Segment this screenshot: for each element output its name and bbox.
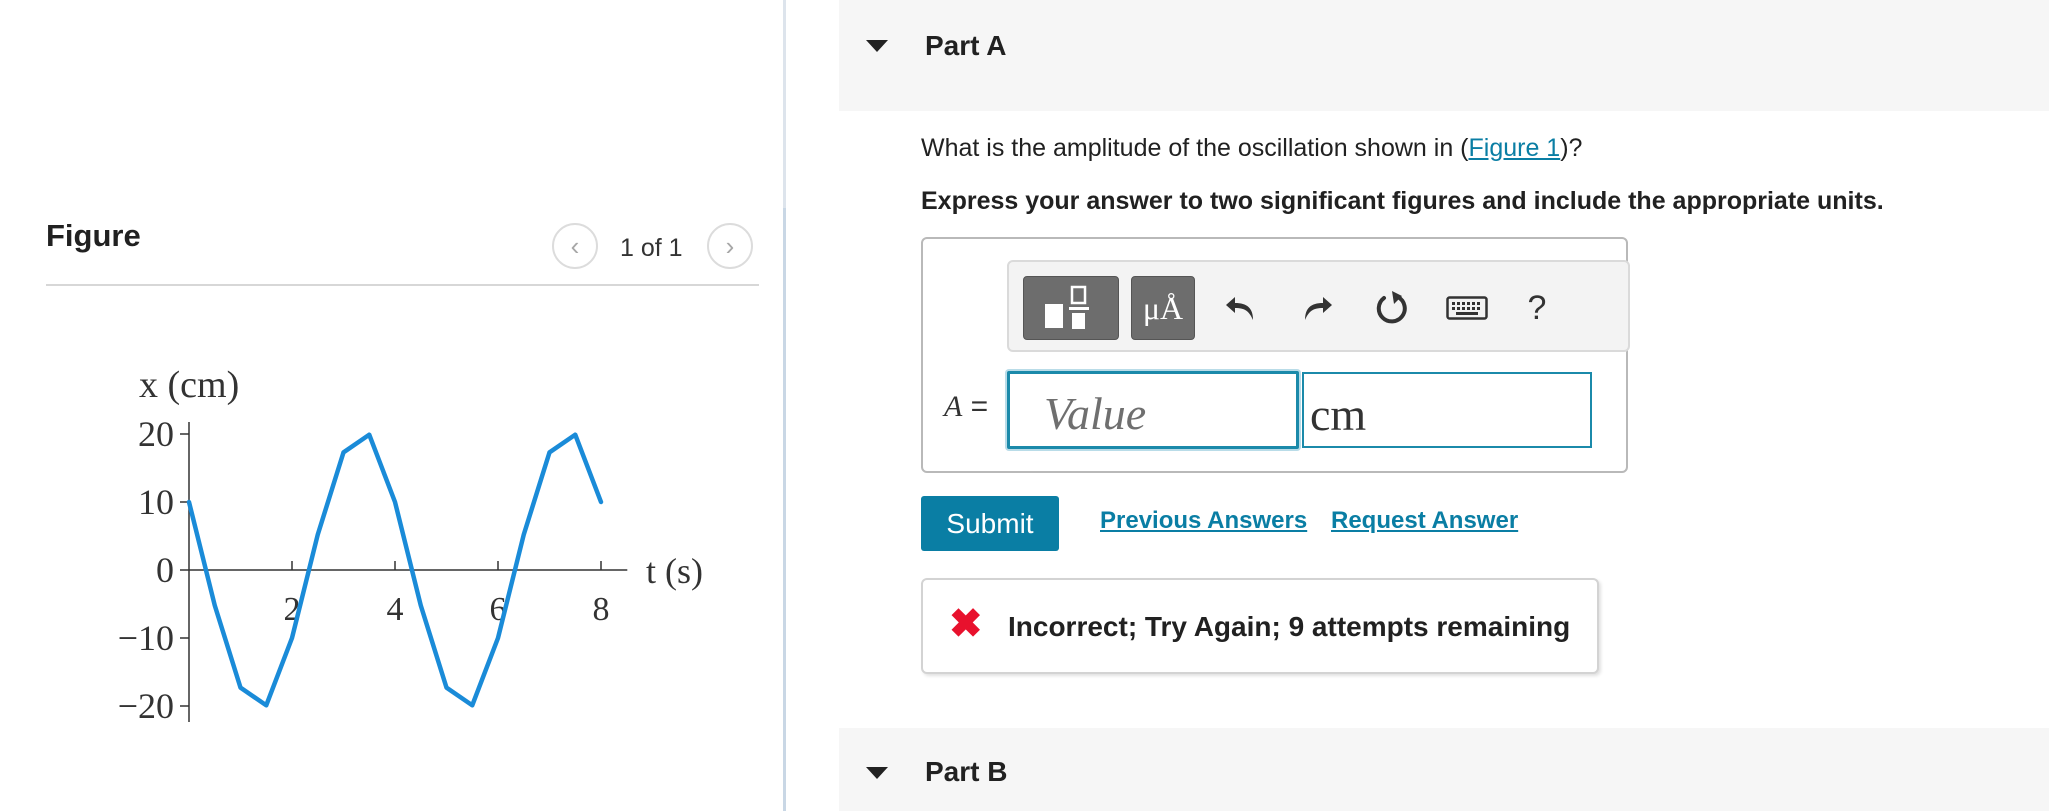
question-text: What is the amplitude of the oscillation… [921, 134, 1582, 163]
figure-title: Figure [46, 218, 141, 253]
incorrect-x-icon: ✖ [949, 602, 983, 646]
x-tick-label: 4 [387, 591, 404, 628]
part-a-header[interactable]: Part A [839, 0, 2049, 111]
feedback-box: ✖ Incorrect; Try Again; 9 attempts remai… [921, 578, 1599, 674]
y-axis-label: x (cm) [139, 364, 239, 406]
question-text-start: What is the amplitude of the oscillation… [921, 134, 1469, 162]
part-a-title: Part A [925, 30, 1007, 61]
figure-1-link[interactable]: Figure 1 [1469, 134, 1561, 162]
part-b-header[interactable]: Part B [839, 728, 2049, 811]
submit-button[interactable]: Submit [921, 496, 1059, 551]
y-tick-label: 0 [156, 550, 174, 590]
help-button[interactable]: ? [1517, 276, 1557, 340]
figure-panel: Figure ‹ 1 of 1 › 20 10 0 −10 −20 2 4 6 8 x (cm)… [0, 0, 786, 811]
redo-button[interactable] [1295, 276, 1339, 340]
x-axis-label: t (s) [646, 551, 703, 591]
undo-button[interactable] [1219, 276, 1263, 340]
reset-button[interactable] [1370, 276, 1414, 340]
plot-axes [188, 422, 628, 722]
equals-sign: = [970, 390, 989, 423]
question-text-end: )? [1560, 134, 1583, 162]
y-tick-label: −20 [118, 686, 174, 726]
y-tick-label: 10 [138, 482, 174, 522]
figure-divider [46, 284, 759, 286]
plot-labels: x (cm) t (s) [139, 364, 703, 591]
unit-input[interactable] [1302, 372, 1592, 448]
previous-figure-button[interactable]: ‹ [552, 223, 598, 269]
undo-icon [1226, 297, 1253, 320]
math-toolbar: μÅ ? [1007, 260, 1630, 352]
figure-pager-label: 1 of 1 [620, 234, 683, 262]
templates-button[interactable] [1023, 276, 1119, 340]
keyboard-icon [1446, 296, 1488, 320]
next-figure-button[interactable]: › [707, 223, 753, 269]
x-tick-label: 8 [593, 591, 610, 628]
templates-icon [1045, 285, 1089, 329]
request-answer-link[interactable]: Request Answer [1331, 507, 1518, 535]
feedback-text: Incorrect; Try Again; 9 attempts remaini… [1008, 611, 1571, 642]
reset-icon [1376, 291, 1407, 324]
panel-divider-scroll[interactable] [783, 208, 786, 811]
keyboard-button[interactable] [1443, 276, 1491, 340]
units-button[interactable]: μÅ [1131, 276, 1195, 340]
y-tick-label: 20 [138, 414, 174, 454]
chevron-left-icon: ‹ [570, 230, 580, 261]
redo-icon [1305, 297, 1332, 320]
chevron-right-icon: › [725, 230, 735, 261]
value-input[interactable] [1007, 371, 1299, 449]
answer-variable-label: A = [944, 390, 988, 424]
caret-down-icon[interactable] [866, 767, 888, 779]
part-b-title: Part B [925, 756, 1008, 787]
y-tick-label: −10 [118, 618, 174, 658]
answer-instructions: Express your answer to two significant f… [921, 187, 1884, 215]
previous-answers-link[interactable]: Previous Answers [1100, 507, 1307, 535]
oscillation-plot: 20100−10−202 4 6 8 x (cm)t (s) [118, 364, 703, 726]
variable-symbol: A [944, 390, 963, 423]
caret-down-icon[interactable] [866, 40, 888, 52]
